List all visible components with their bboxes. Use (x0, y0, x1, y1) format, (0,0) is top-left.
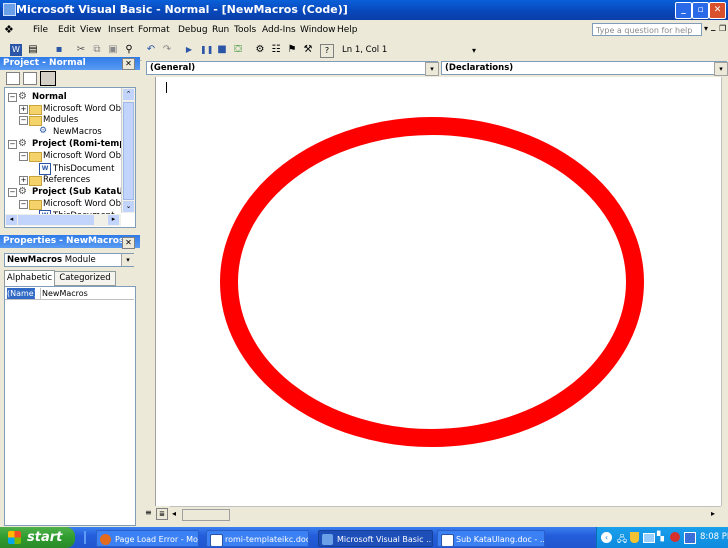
start-button[interactable]: start (0, 527, 75, 548)
clock: 8:08 PM (700, 532, 728, 542)
task-label: Microsoft Visual Basic ... (337, 535, 433, 544)
windows-logo-icon (8, 531, 21, 544)
taskbar-item-romi-template[interactable]: romi-templateikc.doc ... (206, 530, 309, 547)
task-label: romi-templateikc.doc ... (225, 535, 309, 544)
taskbar-item-visual-basic[interactable]: Microsoft Visual Basic ... (318, 530, 433, 547)
volume-icon[interactable]: ▚ (657, 532, 664, 542)
task-label: Sub KataUlang.doc - ... (456, 535, 545, 544)
app-tray-icon[interactable] (684, 532, 696, 544)
start-label: start (27, 530, 63, 545)
network-icon[interactable]: 🖧 (617, 532, 627, 548)
word-icon (210, 534, 223, 546)
vba-icon (322, 534, 333, 545)
monitor-icon[interactable] (643, 533, 655, 543)
quick-launch-divider (84, 531, 86, 544)
taskbar-item-sub-kataulang[interactable]: Sub KataUlang.doc - ... (437, 530, 545, 547)
security-alert-icon[interactable] (670, 532, 680, 542)
word-icon (441, 534, 454, 546)
shield-icon[interactable] (630, 532, 639, 543)
red-ellipse-annotation (220, 117, 644, 447)
taskbar-item-page-load-error[interactable]: Page Load Error - Mo... (96, 530, 199, 547)
system-tray: ‹ 🖧 ▚ 8:08 PM (596, 527, 728, 548)
firefox-icon (100, 534, 111, 545)
tray-expand-icon[interactable]: ‹ (601, 532, 612, 543)
task-label: Page Load Error - Mo... (115, 535, 199, 544)
annotation-ellipse (220, 117, 644, 447)
